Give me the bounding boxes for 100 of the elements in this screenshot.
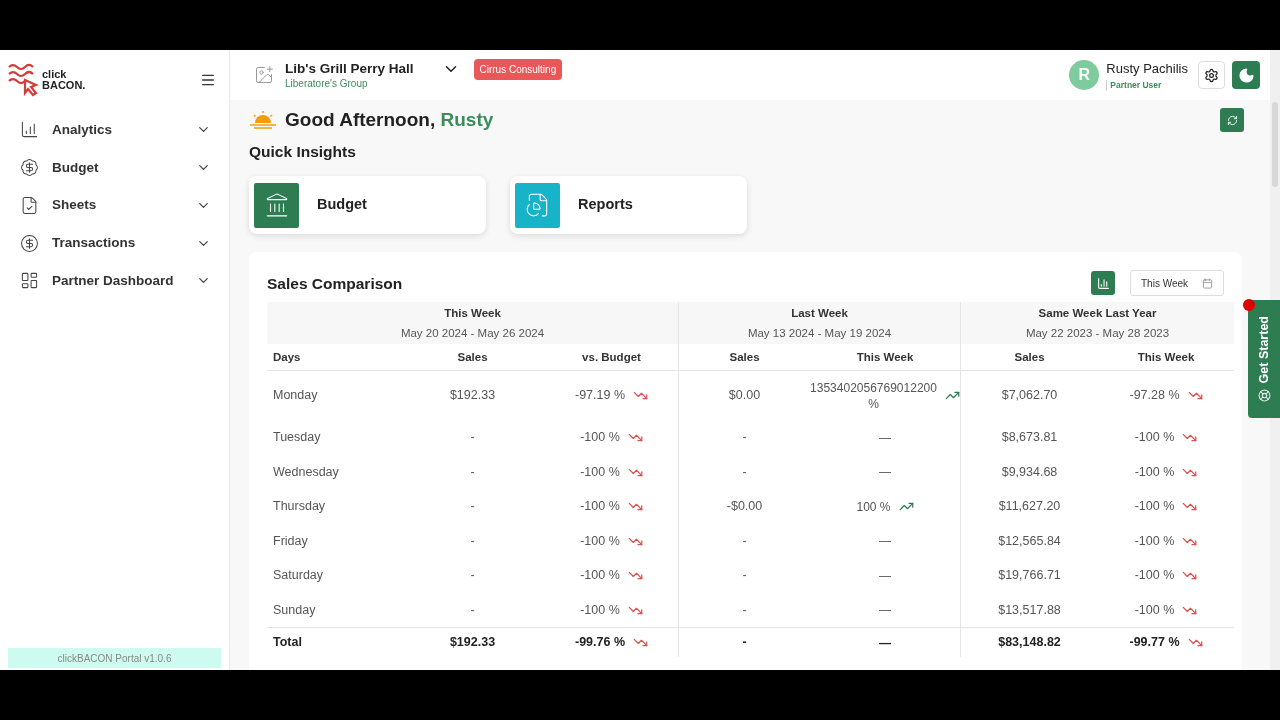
scrollbar-thumb[interactable] <box>1272 102 1278 187</box>
user-role: Partner User <box>1106 79 1188 91</box>
table-cell-text: -$0.00 <box>726 498 763 516</box>
table-cell-text: Sunday <box>273 601 316 619</box>
table-cell-text: Tuesday <box>273 429 321 447</box>
table-cell-text: -100 % <box>1134 601 1175 619</box>
table-cell-text: - <box>742 532 747 550</box>
date-range: May 20 2024 - May 26 2024 <box>400 325 545 341</box>
refresh-button[interactable] <box>1220 108 1244 132</box>
table-cell-text: $19,766.71 <box>998 567 1061 585</box>
table-cell-text: - <box>470 463 475 481</box>
table-cell-text: -100 % <box>580 429 620 447</box>
table-cell-text: $11,627.20 <box>998 498 1061 516</box>
table-cell-text: - <box>742 601 747 619</box>
image-add-icon <box>254 65 274 85</box>
user-name: Rusty Pachilis <box>1106 59 1188 77</box>
document-check-icon <box>20 195 39 215</box>
table-cell-text: -100 % <box>1134 567 1175 585</box>
table-cell-text: $192.33 <box>449 634 496 652</box>
location-name: Lib's Grill Perry Hall <box>285 59 414 77</box>
table-cell-text: Thursday <box>273 498 326 516</box>
table-cell-text: -100 % <box>1134 429 1175 447</box>
avatar: R <box>1069 60 1100 90</box>
table-cell-text: -100 % <box>580 532 620 550</box>
column-header: This Week <box>1137 349 1195 365</box>
table-cell-text: -99.76 % <box>575 634 625 652</box>
table-cell-text: $192.33 <box>449 387 496 405</box>
insight-card[interactable]: Reports <box>510 176 747 235</box>
table-cell-text: -97.28 % <box>1129 387 1180 405</box>
menu-icon[interactable] <box>200 72 216 88</box>
table-cell-text: - <box>470 567 475 585</box>
section-title: Quick Insights <box>249 142 357 162</box>
table-cell-text: -100 % <box>580 601 620 619</box>
table-cell-text: -99.77 % <box>1129 634 1180 652</box>
table-cell-text: $12,565.84 <box>998 532 1061 550</box>
sidebar-item[interactable]: Sheets <box>0 186 229 225</box>
table-cell: — <box>879 602 891 618</box>
chart-view-button[interactable] <box>1091 271 1115 296</box>
table-cell: 1353402056769012200 % <box>810 379 937 412</box>
bar-chart-icon <box>20 120 39 140</box>
table-cell: — <box>879 533 891 549</box>
sidebar-item[interactable]: Analytics <box>0 111 229 149</box>
table-cell: — <box>879 634 891 651</box>
table-cell-text: -97.19 % <box>575 387 625 405</box>
table-cell-text: $9,934.68 <box>1001 463 1058 481</box>
card-title: Sales Comparison <box>267 273 403 294</box>
bar-chart-icon <box>1096 276 1110 290</box>
dashboard-icon <box>20 271 39 291</box>
logo-text: click BACON. <box>42 69 86 91</box>
table-cell-text: - <box>470 532 475 550</box>
get-started-tab[interactable]: Get Started <box>1248 300 1280 418</box>
table-cell-text: $8,673.81 <box>1001 429 1058 447</box>
company-badge: Cirrus Consulting <box>473 58 563 80</box>
refresh-icon <box>1226 114 1238 126</box>
date-range: May 22 2023 - May 28 2023 <box>1025 325 1170 341</box>
table-cell-text: $0.00 <box>728 387 761 405</box>
greeting: Good Afternoon, Rusty <box>285 107 494 132</box>
table-cell-text: - <box>470 601 475 619</box>
table-cell: 100 % <box>856 498 891 515</box>
column-header: Sales <box>1014 349 1045 365</box>
table-cell-text: - <box>742 463 747 481</box>
group-title: Last Week <box>791 305 848 321</box>
table-cell-text: - <box>470 429 475 447</box>
card-label: Budget <box>317 195 367 215</box>
table-cell-text: -100 % <box>1134 532 1175 550</box>
table-cell-text: - <box>742 634 747 652</box>
insight-card[interactable]: Budget <box>249 176 486 235</box>
calendar-icon <box>1202 277 1213 289</box>
table-cell-text: $13,517.88 <box>998 601 1061 619</box>
table-cell-text: $83,148.82 <box>998 634 1061 652</box>
table-cell-text: Monday <box>273 387 318 405</box>
table-cell-text: Wednesday <box>273 463 339 481</box>
date-range: May 13 2024 - May 19 2024 <box>747 325 892 341</box>
table-cell-text: $7,062.70 <box>1001 387 1058 405</box>
table-cell-text: -100 % <box>580 567 620 585</box>
table-cell-text: -100 % <box>580 498 620 516</box>
table-cell: — <box>879 429 891 446</box>
table-cell-text: -100 % <box>1134 498 1175 516</box>
table-cell-text: Saturday <box>273 567 324 585</box>
column-header: This Week <box>856 349 914 365</box>
card-label: Reports <box>578 195 633 215</box>
table-cell-text: Total <box>273 634 302 652</box>
sidebar-item[interactable]: Transactions <box>0 224 229 262</box>
period-select[interactable]: This Week <box>1130 270 1224 297</box>
dollar-circle-icon <box>20 233 39 253</box>
table-cell-text: - <box>470 498 475 516</box>
sidebar-item[interactable]: Partner Dashboard <box>0 262 229 300</box>
group-title: Same Week Last Year <box>1038 305 1157 321</box>
settings-button[interactable] <box>1198 61 1225 89</box>
column-header: Days <box>273 349 301 365</box>
column-header: vs. Budget <box>582 349 641 365</box>
lifebuoy-icon <box>1257 389 1271 403</box>
dark-mode-button[interactable] <box>1232 61 1260 89</box>
column-header: Sales <box>457 349 488 365</box>
column-header: Sales <box>729 349 760 365</box>
table-cell-text: Friday <box>273 532 308 550</box>
table-cell: — <box>879 464 891 480</box>
moon-icon <box>1237 66 1255 84</box>
table-cell-text: - <box>742 567 747 585</box>
sidebar-item[interactable]: Budget <box>0 148 229 187</box>
